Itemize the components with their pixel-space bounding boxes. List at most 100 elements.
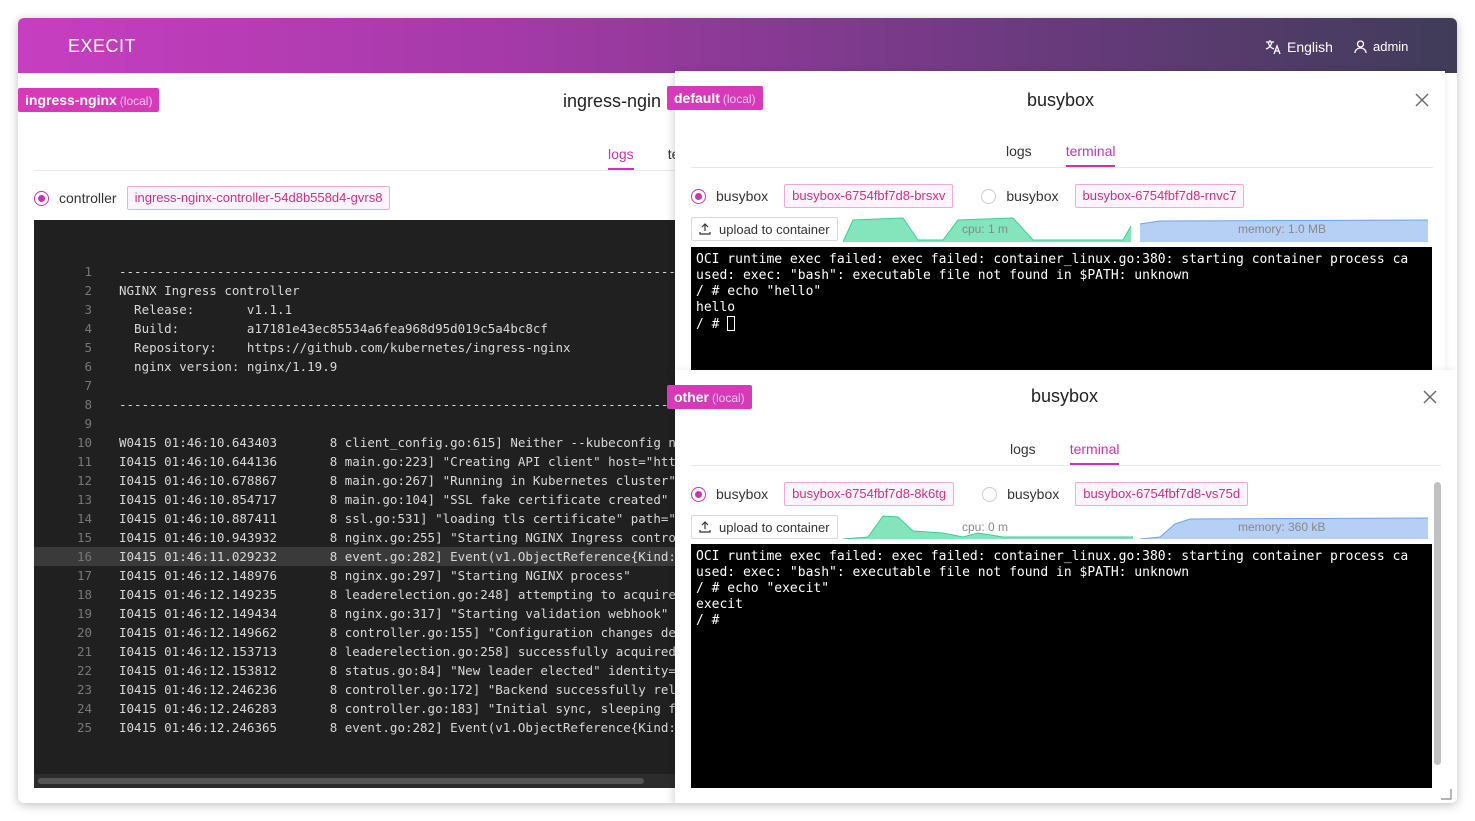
line-number: 1	[84, 264, 92, 279]
close-icon[interactable]	[1415, 93, 1429, 107]
terminal-modal-default: busybox logs terminal busybox busybox-67…	[675, 71, 1445, 371]
container-radio[interactable]	[691, 188, 706, 204]
container-name: busybox	[716, 486, 769, 502]
terminal-line: OCI runtime exec failed: exec failed: co…	[696, 549, 1409, 564]
user-menu[interactable]: admin	[1354, 39, 1408, 54]
log-line: 6 nginx version: nginx/1.19.9	[34, 357, 675, 376]
app-header: EXECIT English admin	[18, 18, 1457, 73]
line-number: 22	[76, 663, 92, 678]
terminal-line: / #	[696, 613, 720, 628]
upload-label: upload to container	[719, 519, 830, 535]
line-number: 24	[76, 701, 92, 716]
scrollbar-thumb[interactable]	[38, 778, 644, 784]
log-line: 14 I0415 01:46:10.887411 8 ssl.go:531] "l…	[34, 509, 675, 528]
pod-tag: busybox-6754fbf7d8-8k6tg	[784, 482, 955, 506]
line-number: 8	[84, 397, 92, 412]
namespace-tag: ingress-nginx (local)	[18, 88, 160, 112]
log-text: I0415 01:46:10.644136 8 main.go:223] "Cr…	[119, 454, 675, 469]
container-name: busybox	[716, 188, 769, 204]
log-line: 17 I0415 01:46:12.148976 8 nginx.go:297] …	[34, 566, 675, 585]
terminal-output[interactable]: OCI runtime exec failed: exec failed: co…	[691, 247, 1432, 371]
brand-logo[interactable]: EXECIT	[68, 36, 136, 57]
log-line: 8 ---------------------------------------…	[34, 395, 675, 414]
line-number: 4	[84, 321, 92, 336]
container-selector[interactable]: busybox busybox-6754fbf7d8-brsxv busybox…	[691, 184, 1245, 208]
terminal-line: hello	[696, 300, 736, 315]
left-tabs: logs te	[608, 146, 679, 170]
line-number: 3	[84, 302, 92, 317]
modal-tabs: logs terminal	[1010, 441, 1119, 465]
log-text: I0415 01:46:10.854717 8 main.go:104] "SS…	[119, 492, 675, 507]
pod-tag: busybox-6754fbf7d8-brsxv	[784, 184, 954, 208]
log-text: I0415 01:46:12.149662 8 controller.go:15…	[119, 625, 675, 640]
tab-terminal[interactable]: terminal	[1065, 143, 1115, 167]
namespace-tag: other (local)	[667, 385, 752, 409]
namespace-name: ingress-nginx	[25, 92, 117, 108]
log-text: ----------------------------------------…	[119, 397, 675, 412]
log-text: Build: a17181e43ec85534a6fea968d95d019c5…	[119, 321, 548, 336]
log-line: 24 I0415 01:46:12.246283 8 controller.go:…	[34, 699, 675, 718]
log-text: NGINX Ingress controller	[119, 283, 300, 298]
container-selector[interactable]: controller ingress-nginx-controller-54d8…	[34, 186, 391, 210]
upload-button[interactable]: upload to container	[691, 515, 838, 539]
language-label: English	[1287, 39, 1333, 55]
log-text: I0415 01:46:11.029232 8 event.go:282] Ev…	[119, 549, 675, 564]
log-text: I0415 01:46:12.246365 8 event.go:282] Ev…	[119, 720, 675, 735]
namespace-scope: (local)	[712, 391, 745, 405]
log-line: 13 I0415 01:46:10.854717 8 main.go:104] "…	[34, 490, 675, 509]
upload-icon	[699, 521, 711, 533]
log-line: 12 I0415 01:46:10.678867 8 main.go:267] "…	[34, 471, 675, 490]
namespace-scope: (local)	[119, 94, 153, 108]
tab-terminal[interactable]: terminal	[1069, 441, 1119, 465]
line-number: 16	[76, 549, 92, 564]
container-radio[interactable]	[34, 190, 49, 206]
line-number: 18	[76, 587, 92, 602]
line-number: 20	[76, 625, 92, 640]
memory-label: memory: 360 kB	[1238, 520, 1326, 534]
log-text: Repository: https://github.com/kubernete…	[119, 340, 571, 355]
cpu-label: cpu: 0 m	[962, 520, 1009, 534]
modal-title: busybox	[1027, 90, 1095, 110]
terminal-cursor	[727, 316, 736, 331]
container-radio[interactable]	[981, 188, 997, 204]
line-number: 21	[76, 644, 92, 659]
container-radio[interactable]	[691, 486, 706, 502]
namespace-name: other	[674, 389, 709, 405]
log-line: 1 ---------------------------------------…	[34, 262, 675, 281]
container-selector[interactable]: busybox busybox-6754fbf7d8-8k6tg busybox…	[691, 482, 1249, 506]
terminal-prompt: / #	[696, 317, 728, 332]
container-radio[interactable]	[982, 486, 998, 502]
modal-vertical-scrollbar[interactable]	[1434, 482, 1441, 765]
log-text: I0415 01:46:12.149434 8 nginx.go:317] "S…	[119, 606, 675, 621]
tab-logs[interactable]: logs	[1010, 441, 1036, 465]
log-line: 2 NGINX Ingress controller	[34, 281, 675, 300]
tab-logs[interactable]: logs	[1006, 143, 1032, 167]
line-number: 10	[76, 435, 92, 450]
modal-title: busybox	[1031, 386, 1099, 406]
log-text: W0415 01:46:10.643403 8 client_config.go…	[119, 435, 675, 450]
log-line: 20 I0415 01:46:12.149662 8 controller.go:…	[34, 623, 675, 642]
close-icon[interactable]	[1423, 390, 1437, 404]
resize-handle-icon[interactable]	[1440, 788, 1452, 800]
container-name: controller	[59, 190, 117, 206]
log-line: 22 I0415 01:46:12.153812 8 status.go:84] …	[34, 661, 675, 680]
log-viewer[interactable]: 25 I0415 01:46:12.246365 8 event.go:282] …	[34, 220, 675, 788]
log-text: I0415 01:46:12.153713 8 leaderelection.g…	[119, 644, 675, 659]
log-line: 9	[34, 414, 675, 433]
log-text: nginx version: nginx/1.19.9	[119, 359, 338, 374]
tab-logs[interactable]: logs	[608, 146, 634, 170]
log-line: 16 I0415 01:46:11.029232 8 event.go:282] …	[34, 547, 675, 566]
terminal-line: used: exec: "bash": executable file not …	[696, 268, 1190, 283]
modal-tabs: logs terminal	[1006, 143, 1115, 167]
log-horizontal-scrollbar[interactable]	[34, 774, 675, 788]
cpu-label: cpu: 1 m	[962, 222, 1009, 236]
container-name: busybox	[1006, 188, 1059, 204]
terminal-line: used: exec: "bash": executable file not …	[696, 565, 1190, 580]
terminal-output[interactable]: OCI runtime exec failed: exec failed: co…	[691, 544, 1432, 788]
upload-label: upload to container	[719, 221, 830, 237]
line-number: 9	[84, 416, 92, 431]
language-switcher[interactable]: English	[1265, 39, 1333, 55]
upload-button[interactable]: upload to container	[691, 217, 838, 241]
log-line: 23 I0415 01:46:12.246236 8 controller.go:…	[34, 680, 675, 699]
log-text: I0415 01:46:12.246236 8 controller.go:17…	[119, 682, 675, 697]
